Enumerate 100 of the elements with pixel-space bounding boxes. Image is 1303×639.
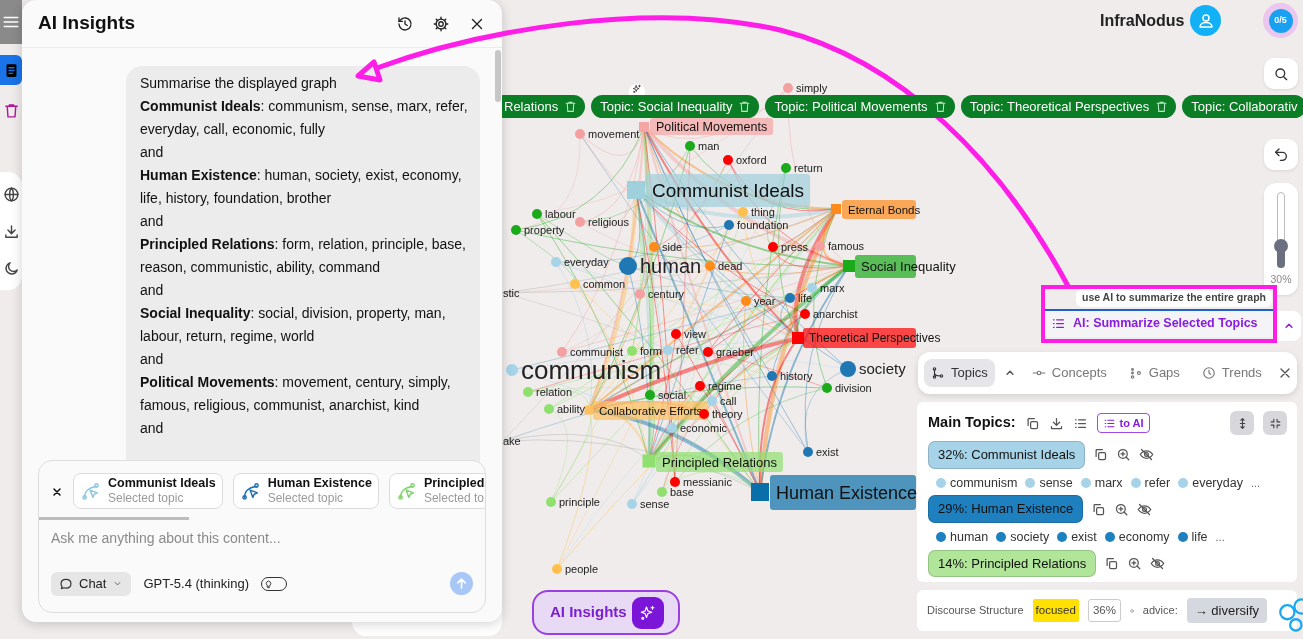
topic-pill[interactable]: 32%: Communist Ideals (928, 441, 1086, 469)
more-button[interactable]: ... (1215, 528, 1225, 546)
message-line: and (140, 350, 165, 369)
node-label: oxford (736, 153, 767, 166)
discourse-label: Discourse Structure (927, 603, 1024, 619)
message-line: Summarise the displayed graph (140, 74, 338, 93)
node-label: people (565, 562, 599, 575)
topic-word[interactable]: life (1191, 527, 1208, 547)
analysis-tab[interactable]: Gaps (1121, 359, 1187, 387)
node-label: communism (521, 355, 662, 386)
node-label: sense (640, 497, 670, 510)
brand-name: InfraNodus (1100, 11, 1185, 31)
message-line: and (140, 419, 165, 438)
more-button[interactable]: ... (1250, 474, 1261, 492)
node-label: call (720, 394, 737, 407)
node-label: property (524, 223, 565, 236)
analysis-tab[interactable]: Topics (924, 359, 995, 387)
topic-label: Communist Ideals (646, 174, 811, 207)
tag-label: Topic: Collaborativ (1191, 97, 1298, 116)
node-label: economic (680, 421, 728, 434)
node-label: thing (751, 205, 775, 218)
to-ai-button[interactable]: to AI (1096, 412, 1150, 434)
topic-pill[interactable]: 29%: Human Existence (928, 495, 1084, 523)
node-label: everyday (564, 255, 609, 268)
message-line: and (140, 281, 165, 300)
topic-chip[interactable]: Communist Ideals Selected topic (73, 473, 223, 509)
advice-button[interactable]: → diversify (1186, 597, 1267, 624)
node-label: society (859, 360, 906, 378)
topic-label: Collaborative Efforts (593, 401, 709, 420)
chip-subtitle: Selected to (423, 491, 485, 506)
node-label: graeber (716, 345, 754, 358)
topic-word[interactable]: economy (1118, 527, 1170, 547)
node-label: life (798, 291, 813, 304)
analysis-tab[interactable]: Concepts (1024, 359, 1114, 387)
node-label: refer (676, 343, 699, 356)
message-composer[interactable]: Communist Ideals Selected topic Human Existence Selected topic Principled Selected to Ask me anything about this content... Chat GPT-5.4 (thinking) (38, 460, 486, 613)
node-label: man (698, 139, 720, 152)
topic-word[interactable]: human (950, 527, 989, 547)
node-label: side (662, 240, 683, 253)
topic-chip[interactable]: Principled Selected to (388, 473, 485, 509)
topic-word[interactable]: sense (1039, 473, 1073, 493)
node-label: human (640, 255, 702, 278)
node-label: theory (712, 407, 743, 420)
chip-title: Human Existence (267, 476, 372, 491)
topic-pill[interactable]: 14%: Principled Relations (928, 549, 1097, 577)
node-label: form (640, 344, 662, 357)
node-label: base (670, 485, 694, 498)
node-label: ability (557, 402, 586, 415)
mode-dropdown[interactable]: Chat (51, 572, 132, 596)
topic-filter-tag[interactable]: Topic: Theoretical Perspectives (960, 95, 1177, 118)
tooltip: use AI to summarize the entire graph (1076, 289, 1272, 307)
topic-word[interactable]: society (1010, 527, 1050, 547)
topic-word[interactable]: communism (950, 473, 1018, 493)
node-label: dead (718, 259, 743, 272)
topic-word[interactable]: marx (1094, 473, 1123, 493)
topic-label: Principled Relations (656, 452, 783, 472)
tag-label: Topic: Theoretical Perspectives (969, 97, 1150, 116)
discourse-state: focused (1032, 598, 1079, 623)
panel-title: AI Insights (38, 11, 137, 36)
node-label: exist (816, 445, 839, 458)
node-label: famous (828, 239, 865, 252)
discourse-percent: 36% (1087, 598, 1121, 623)
node-label: relation (536, 385, 573, 398)
topic-word[interactable]: everyday (1192, 473, 1243, 493)
topic-word[interactable]: refer (1144, 473, 1171, 493)
node-label: religious (588, 215, 629, 228)
message-input[interactable]: Ask me anything about this content... (39, 520, 485, 572)
topic-filter-tag[interactable]: Topic: Social Inequality (591, 95, 760, 118)
node-label: anarchist (813, 307, 858, 320)
topic-filter-tag[interactable]: Relations (502, 95, 586, 118)
topic-chip[interactable]: Human Existence Selected topic (232, 473, 379, 509)
node-label: principle (559, 495, 600, 508)
ai-insights-button[interactable]: AI Insights (532, 590, 680, 635)
tag-label: Topic: Political Movements (774, 97, 928, 116)
zoom-reading: 30% (1270, 272, 1292, 287)
node-label: communist (570, 345, 624, 358)
node-label: press (781, 240, 808, 253)
topic-word[interactable]: exist (1071, 527, 1097, 547)
node-label: return (794, 161, 823, 174)
advice-label: advice: (1142, 603, 1178, 619)
node-label: division (835, 381, 872, 394)
node-label: history (780, 369, 813, 382)
node-label: labour (545, 207, 576, 220)
model-name: GPT-5.4 (thinking) (143, 575, 249, 593)
node-label: messianic (683, 475, 732, 488)
message-line: and (140, 212, 165, 231)
chip-subtitle: Selected topic (108, 491, 185, 506)
node-label: common (583, 277, 626, 290)
node-label: simply (796, 81, 828, 94)
node-label: view (684, 327, 706, 340)
node-label: social (658, 388, 687, 401)
analysis-tab[interactable]: Trends (1194, 359, 1269, 387)
chip-subtitle: Selected topic (267, 491, 345, 506)
message-line: and (140, 143, 165, 162)
topic-filter-tag[interactable]: Topic: Political Movements (765, 95, 955, 118)
summarize-button[interactable]: AI: Summarize Selected Topics (1045, 308, 1273, 337)
topic-filter-tag[interactable]: Topic: Collaborativ (1182, 95, 1303, 118)
node-label: movement (588, 127, 640, 140)
node-label: regime (708, 379, 742, 392)
panel-title: Main Topics: (928, 413, 1016, 433)
